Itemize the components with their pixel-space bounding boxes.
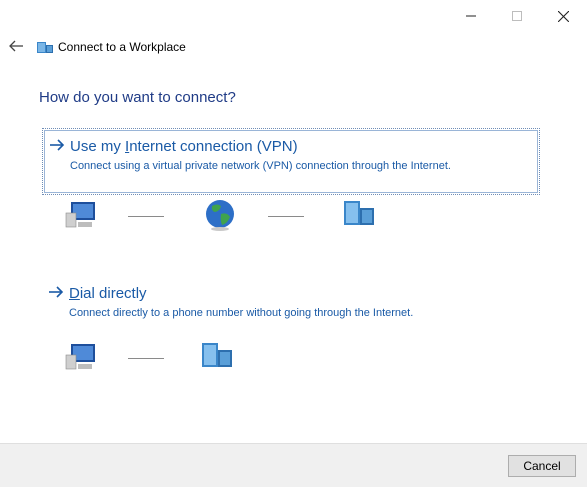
minimize-button[interactable] [448,0,494,32]
connection-line [128,216,164,217]
option-vpn-description: Connect using a virtual private network … [70,160,451,172]
maximize-icon [512,11,522,21]
cancel-button[interactable]: Cancel [508,455,576,477]
workplace-server-icon [344,201,374,225]
wizard-header: Connect to a Workplace [0,32,587,62]
back-arrow-icon [9,40,23,52]
workplace-server-icon [37,42,53,53]
option-dial-directly[interactable]: Dial directly Connect directly to a phon… [42,276,540,322]
computer-icon [65,202,95,228]
footer-bar: Cancel [0,443,587,487]
maximize-button[interactable] [494,0,540,32]
workplace-server-icon [202,343,232,367]
option-dial-description: Connect directly to a phone number witho… [69,307,414,319]
title-bar [0,0,587,32]
minimize-icon [466,15,476,17]
option-dial-title: Dial directly [69,285,147,302]
back-button[interactable] [6,36,26,56]
window-title: Connect to a Workplace [58,40,186,54]
arrow-right-icon [50,139,65,151]
arrow-right-icon [49,286,64,298]
globe-icon [206,200,234,231]
computer-icon [65,344,95,370]
option-vpn-title: Use my Internet connection (VPN) [70,138,298,155]
connection-line [128,358,164,359]
close-button[interactable] [540,0,586,32]
close-icon [557,10,569,22]
option-vpn[interactable]: Use my Internet connection (VPN) Connect… [42,128,540,195]
connection-line [268,216,304,217]
page-heading: How do you want to connect? [39,89,236,106]
